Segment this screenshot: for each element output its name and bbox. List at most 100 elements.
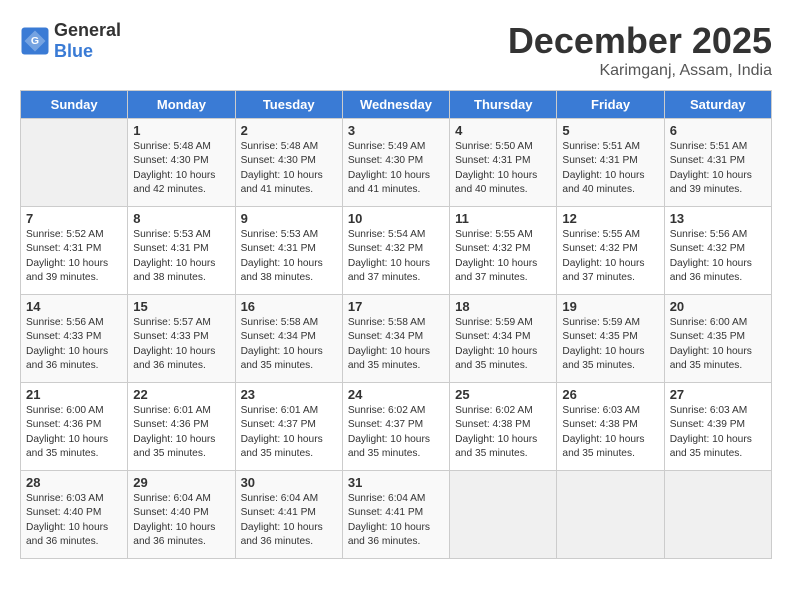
day-number: 13 (670, 211, 766, 226)
calendar-cell: 19 Sunrise: 5:59 AMSunset: 4:35 PMDayligh… (557, 295, 664, 383)
calendar-cell: 21 Sunrise: 6:00 AMSunset: 4:36 PMDayligh… (21, 383, 128, 471)
logo-icon: G (20, 26, 50, 56)
svg-text:G: G (31, 35, 39, 47)
calendar-cell: 4 Sunrise: 5:50 AMSunset: 4:31 PMDaylight… (450, 119, 557, 207)
column-header-monday: Monday (128, 91, 235, 119)
calendar-cell (450, 471, 557, 559)
day-number: 3 (348, 123, 444, 138)
day-number: 6 (670, 123, 766, 138)
calendar-cell: 24 Sunrise: 6:02 AMSunset: 4:37 PMDayligh… (342, 383, 449, 471)
cell-details: Sunrise: 6:00 AMSunset: 4:35 PMDaylight:… (670, 316, 766, 373)
calendar-cell (21, 119, 128, 207)
cell-details: Sunrise: 6:03 AMSunset: 4:40 PMDaylight:… (26, 492, 122, 549)
title-area: December 2025 Karimganj, Assam, India (508, 20, 772, 80)
calendar-cell: 31Sunrise: 6:04 AMSunset: 4:41 PMDayligh… (342, 471, 449, 559)
day-number: 5 (562, 123, 658, 138)
day-number: 9 (241, 211, 337, 226)
calendar-cell: 15Sunrise: 5:57 AMSunset: 4:33 PMDayligh… (128, 295, 235, 383)
day-number: 1 (133, 123, 229, 138)
cell-details: Sunrise: 5:53 AMSunset: 4:31 PMDaylight:… (133, 228, 229, 285)
day-number: 24 (348, 387, 444, 402)
calendar-cell: 26 Sunrise: 6:03 AMSunset: 4:38 PMDayligh… (557, 383, 664, 471)
calendar-week-1: 1 Sunrise: 5:48 AMSunset: 4:30 PMDaylight… (21, 119, 772, 207)
cell-details: Sunrise: 5:51 AMSunset: 4:31 PMDaylight:… (562, 140, 658, 197)
cell-details: Sunrise: 5:50 AMSunset: 4:31 PMDaylight:… (455, 140, 551, 197)
cell-details: Sunrise: 5:59 AMSunset: 4:35 PMDaylight:… (562, 316, 658, 373)
cell-details: Sunrise: 5:55 AMSunset: 4:32 PMDaylight:… (562, 228, 658, 285)
calendar-header-row: SundayMondayTuesdayWednesdayThursdayFrid… (21, 91, 772, 119)
cell-details: Sunrise: 6:01 AMSunset: 4:36 PMDaylight:… (133, 404, 229, 461)
day-number: 19 (562, 299, 658, 314)
calendar-cell: 10Sunrise: 5:54 AMSunset: 4:32 PMDayligh… (342, 207, 449, 295)
calendar-cell: 27 Sunrise: 6:03 AMSunset: 4:39 PMDayligh… (664, 383, 771, 471)
day-number: 26 (562, 387, 658, 402)
day-number: 25 (455, 387, 551, 402)
cell-details: Sunrise: 5:58 AMSunset: 4:34 PMDaylight:… (241, 316, 337, 373)
day-number: 8 (133, 211, 229, 226)
day-number: 30 (241, 475, 337, 490)
calendar-cell: 6 Sunrise: 5:51 AMSunset: 4:31 PMDaylight… (664, 119, 771, 207)
calendar-cell: 1Sunrise: 5:48 AMSunset: 4:30 PMDaylight… (128, 119, 235, 207)
logo-general-text: General (54, 20, 121, 40)
day-number: 16 (241, 299, 337, 314)
calendar-cell: 25 Sunrise: 6:02 AMSunset: 4:38 PMDayligh… (450, 383, 557, 471)
calendar-cell: 11Sunrise: 5:55 AMSunset: 4:32 PMDayligh… (450, 207, 557, 295)
calendar-cell: 14 Sunrise: 5:56 AMSunset: 4:33 PMDayligh… (21, 295, 128, 383)
day-number: 14 (26, 299, 122, 314)
cell-details: Sunrise: 5:56 AMSunset: 4:33 PMDaylight:… (26, 316, 122, 373)
cell-details: Sunrise: 5:56 AMSunset: 4:32 PMDaylight:… (670, 228, 766, 285)
calendar-cell: 23Sunrise: 6:01 AMSunset: 4:37 PMDayligh… (235, 383, 342, 471)
day-number: 11 (455, 211, 551, 226)
day-number: 2 (241, 123, 337, 138)
column-header-saturday: Saturday (664, 91, 771, 119)
day-number: 7 (26, 211, 122, 226)
cell-details: Sunrise: 6:04 AMSunset: 4:40 PMDaylight:… (133, 492, 229, 549)
calendar-cell (664, 471, 771, 559)
day-number: 27 (670, 387, 766, 402)
calendar-cell: 18Sunrise: 5:59 AMSunset: 4:34 PMDayligh… (450, 295, 557, 383)
cell-details: Sunrise: 6:03 AMSunset: 4:39 PMDaylight:… (670, 404, 766, 461)
cell-details: Sunrise: 5:51 AMSunset: 4:31 PMDaylight:… (670, 140, 766, 197)
location-title: Karimganj, Assam, India (508, 62, 772, 80)
calendar-cell: 8 Sunrise: 5:53 AMSunset: 4:31 PMDaylight… (128, 207, 235, 295)
cell-details: Sunrise: 6:02 AMSunset: 4:38 PMDaylight:… (455, 404, 551, 461)
cell-details: Sunrise: 6:02 AMSunset: 4:37 PMDaylight:… (348, 404, 444, 461)
cell-details: Sunrise: 6:03 AMSunset: 4:38 PMDaylight:… (562, 404, 658, 461)
column-header-tuesday: Tuesday (235, 91, 342, 119)
calendar-week-3: 14 Sunrise: 5:56 AMSunset: 4:33 PMDayligh… (21, 295, 772, 383)
day-number: 29 (133, 475, 229, 490)
cell-details: Sunrise: 5:54 AMSunset: 4:32 PMDaylight:… (348, 228, 444, 285)
calendar-cell: 29 Sunrise: 6:04 AMSunset: 4:40 PMDayligh… (128, 471, 235, 559)
cell-details: Sunrise: 6:00 AMSunset: 4:36 PMDaylight:… (26, 404, 122, 461)
day-number: 17 (348, 299, 444, 314)
column-header-wednesday: Wednesday (342, 91, 449, 119)
calendar-cell: 30Sunrise: 6:04 AMSunset: 4:41 PMDayligh… (235, 471, 342, 559)
calendar-cell: 12 Sunrise: 5:55 AMSunset: 4:32 PMDayligh… (557, 207, 664, 295)
cell-details: Sunrise: 5:52 AMSunset: 4:31 PMDaylight:… (26, 228, 122, 285)
column-header-thursday: Thursday (450, 91, 557, 119)
calendar-cell: 2 Sunrise: 5:48 AMSunset: 4:30 PMDaylight… (235, 119, 342, 207)
cell-details: Sunrise: 5:53 AMSunset: 4:31 PMDaylight:… (241, 228, 337, 285)
calendar-table: SundayMondayTuesdayWednesdayThursdayFrid… (20, 90, 772, 559)
calendar-cell: 16 Sunrise: 5:58 AMSunset: 4:34 PMDayligh… (235, 295, 342, 383)
calendar-body: 1 Sunrise: 5:48 AMSunset: 4:30 PMDaylight… (21, 119, 772, 559)
cell-details: Sunrise: 5:48 AMSunset: 4:30 PMDaylight:… (241, 140, 337, 197)
day-number: 4 (455, 123, 551, 138)
calendar-cell: 17Sunrise: 5:58 AMSunset: 4:34 PMDayligh… (342, 295, 449, 383)
cell-details: Sunrise: 5:59 AMSunset: 4:34 PMDaylight:… (455, 316, 551, 373)
day-number: 12 (562, 211, 658, 226)
day-number: 31 (348, 475, 444, 490)
calendar-week-5: 28 Sunrise: 6:03 AMSunset: 4:40 PMDayligh… (21, 471, 772, 559)
day-number: 28 (26, 475, 122, 490)
day-number: 21 (26, 387, 122, 402)
month-title: December 2025 (508, 20, 772, 62)
logo: G General Blue (20, 20, 121, 62)
calendar-cell: 22 Sunrise: 6:01 AMSunset: 4:36 PMDayligh… (128, 383, 235, 471)
calendar-cell: 28 Sunrise: 6:03 AMSunset: 4:40 PMDayligh… (21, 471, 128, 559)
cell-details: Sunrise: 5:57 AMSunset: 4:33 PMDaylight:… (133, 316, 229, 373)
day-number: 22 (133, 387, 229, 402)
calendar-week-2: 7 Sunrise: 5:52 AMSunset: 4:31 PMDaylight… (21, 207, 772, 295)
calendar-cell: 7 Sunrise: 5:52 AMSunset: 4:31 PMDaylight… (21, 207, 128, 295)
day-number: 23 (241, 387, 337, 402)
logo-blue-text: Blue (54, 41, 93, 61)
